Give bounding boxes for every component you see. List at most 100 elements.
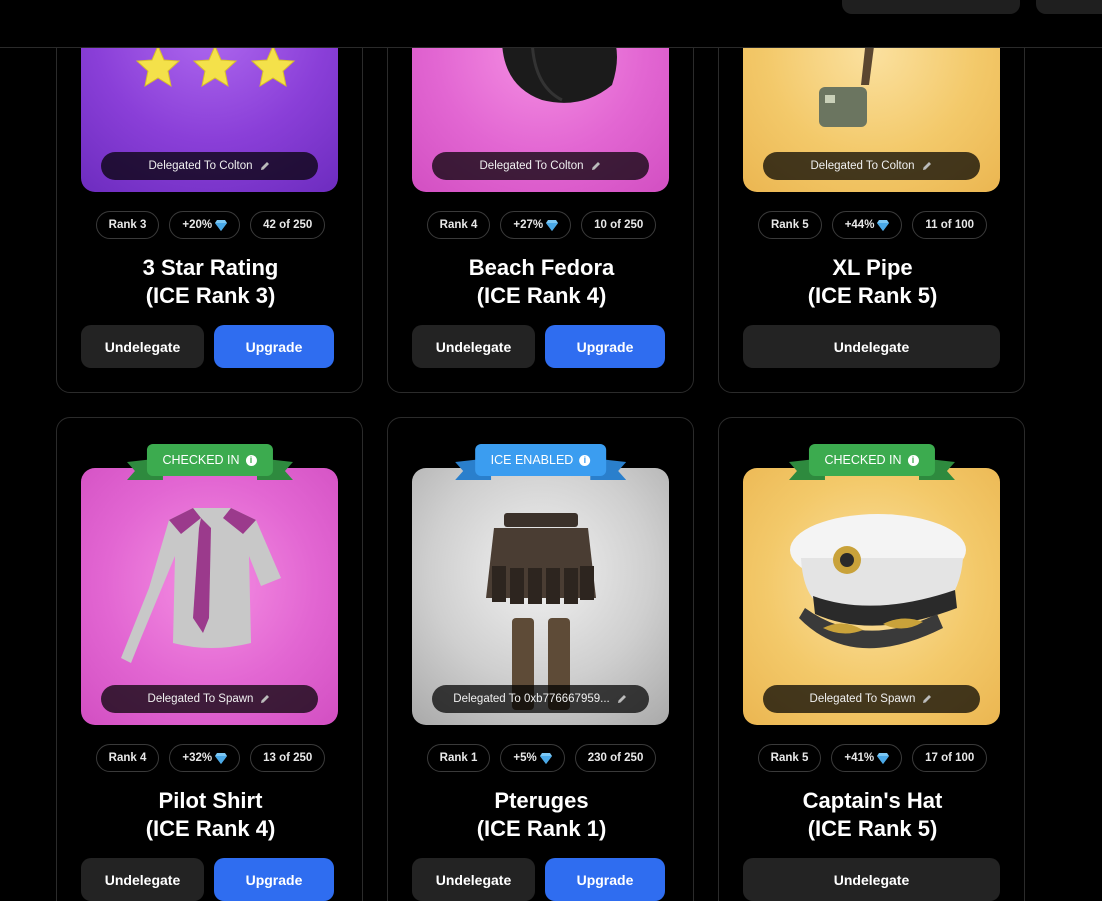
upgrade-button[interactable]: Upgrade (214, 858, 334, 901)
item-rank: (ICE Rank 5) (807, 816, 938, 841)
bonus-chip: +32% (169, 744, 241, 772)
card-actions: Undelegate Upgrade (81, 325, 338, 368)
wearable-card: CHECKED IN i Delegated To Spawn Rank 4 +… (56, 417, 363, 901)
item-title: Beach Fedora (ICE Rank 4) (388, 254, 695, 310)
delegation-label: Delegated To Spawn (809, 693, 916, 705)
upgrade-button[interactable]: Upgrade (214, 325, 334, 368)
supply-chip: 13 of 250 (250, 744, 326, 772)
diamond-icon (877, 752, 890, 764)
top-nav-button[interactable] (842, 0, 1020, 14)
card-actions: Undelegate (743, 325, 1000, 368)
item-image: Delegated To 0xb776667959... (412, 468, 669, 725)
info-icon[interactable]: i (907, 454, 919, 466)
item-name: XL Pipe (832, 255, 913, 280)
delegation-label: Delegated To Colton (479, 160, 584, 172)
delegation-label: Delegated To Spawn (147, 693, 254, 705)
ribbon-label: CHECKED IN (824, 453, 902, 467)
stats-row: Rank 4 +32% 13 of 250 (57, 744, 364, 772)
item-title: XL Pipe (ICE Rank 5) (719, 254, 1026, 310)
top-nav-button-secondary[interactable] (1036, 0, 1102, 14)
delegation-badge[interactable]: Delegated To Colton (763, 152, 980, 180)
pencil-icon[interactable] (259, 693, 271, 705)
item-rank: (ICE Rank 5) (807, 283, 938, 308)
undelegate-button[interactable]: Undelegate (743, 325, 1000, 368)
supply-chip: 17 of 100 (912, 744, 988, 772)
upgrade-button[interactable]: Upgrade (545, 858, 665, 901)
card-actions: Undelegate Upgrade (412, 858, 669, 901)
ribbon-band: CHECKED IN i (146, 444, 273, 476)
bonus-chip: +27% (500, 211, 572, 239)
bonus-chip: +20% (169, 211, 241, 239)
delegation-label: Delegated To Colton (810, 160, 915, 172)
card-actions: Undelegate Upgrade (81, 858, 338, 901)
ribbon-label: CHECKED IN (162, 453, 240, 467)
wearable-card: CHECKED IN i Delegated To Spawn Rank 5 +… (718, 417, 1025, 901)
undelegate-button[interactable]: Undelegate (412, 858, 535, 901)
undelegate-button[interactable]: Undelegate (81, 858, 204, 901)
item-rank: (ICE Rank 3) (145, 283, 276, 308)
undelegate-button[interactable]: Undelegate (412, 325, 535, 368)
pencil-icon[interactable] (921, 160, 933, 172)
supply-chip: 230 of 250 (574, 744, 657, 772)
delegation-label: Delegated To 0xb776667959... (453, 693, 610, 705)
wearable-card: Delegated To Colton Rank 3 +20% 42 of 25… (56, 0, 363, 393)
diamond-icon (877, 219, 890, 231)
item-title: Captain's Hat (ICE Rank 5) (719, 787, 1026, 843)
diamond-icon (546, 219, 559, 231)
item-rank: (ICE Rank 4) (145, 816, 276, 841)
supply-chip: 10 of 250 (581, 211, 657, 239)
pencil-icon[interactable] (616, 693, 628, 705)
delegation-badge[interactable]: Delegated To Colton (432, 152, 649, 180)
rank-chip: Rank 5 (757, 744, 822, 772)
pencil-icon[interactable] (590, 160, 602, 172)
pencil-icon[interactable] (921, 693, 933, 705)
item-title: Pilot Shirt (ICE Rank 4) (57, 787, 364, 843)
undelegate-button[interactable]: Undelegate (743, 858, 1000, 901)
supply-chip: 42 of 250 (250, 211, 326, 239)
checked-in-ribbon: CHECKED IN i (126, 444, 293, 480)
item-name: 3 Star Rating (142, 255, 279, 280)
ice-enabled-ribbon: ICE ENABLED i (454, 444, 627, 480)
delegation-badge[interactable]: Delegated To Colton (101, 152, 318, 180)
ribbon-band: CHECKED IN i (808, 444, 935, 476)
wearable-card: Delegated To Colton Rank 5 +44% 11 of 10… (718, 0, 1025, 393)
upgrade-button[interactable]: Upgrade (545, 325, 665, 368)
wearable-card: Delegated To Colton Rank 4 +27% 10 of 25… (387, 0, 694, 393)
item-name: Captain's Hat (802, 788, 943, 813)
delegation-badge[interactable]: Delegated To 0xb776667959... (432, 685, 649, 713)
item-name: Beach Fedora (468, 255, 615, 280)
bonus-value: +27% (513, 219, 544, 231)
rank-chip: Rank 3 (95, 211, 160, 239)
diamond-icon (539, 752, 552, 764)
item-rank: (ICE Rank 1) (476, 816, 607, 841)
info-icon[interactable]: i (245, 454, 257, 466)
rank-chip: Rank 1 (426, 744, 491, 772)
stats-row: Rank 5 +41% 17 of 100 (719, 744, 1026, 772)
wearable-card: ICE ENABLED i Delegated To 0xb776667959.… (387, 417, 694, 901)
card-actions: Undelegate Upgrade (412, 325, 669, 368)
delegation-badge[interactable]: Delegated To Spawn (763, 685, 980, 713)
stats-row: Rank 3 +20% 42 of 250 (57, 211, 364, 239)
bonus-chip: +5% (500, 744, 565, 772)
ribbon-band: ICE ENABLED i (474, 444, 607, 476)
checked-in-ribbon: CHECKED IN i (788, 444, 955, 480)
supply-chip: 11 of 100 (912, 211, 988, 239)
bonus-value: +41% (844, 752, 875, 764)
item-image: Delegated To Spawn (81, 468, 338, 725)
rank-chip: Rank 4 (426, 211, 491, 239)
delegation-badge[interactable]: Delegated To Spawn (101, 685, 318, 713)
rank-chip: Rank 5 (757, 211, 822, 239)
info-icon[interactable]: i (579, 454, 591, 466)
bonus-value: +32% (182, 752, 213, 764)
item-name: Pteruges (494, 788, 589, 813)
stats-row: Rank 5 +44% 11 of 100 (719, 211, 1026, 239)
stats-row: Rank 4 +27% 10 of 250 (388, 211, 695, 239)
bonus-chip: +44% (831, 211, 903, 239)
undelegate-button[interactable]: Undelegate (81, 325, 204, 368)
bonus-chip: +41% (831, 744, 903, 772)
delegation-label: Delegated To Colton (148, 160, 253, 172)
bonus-value: +5% (513, 752, 537, 764)
item-image: Delegated To Spawn (743, 468, 1000, 725)
item-rank: (ICE Rank 4) (476, 283, 607, 308)
pencil-icon[interactable] (259, 160, 271, 172)
